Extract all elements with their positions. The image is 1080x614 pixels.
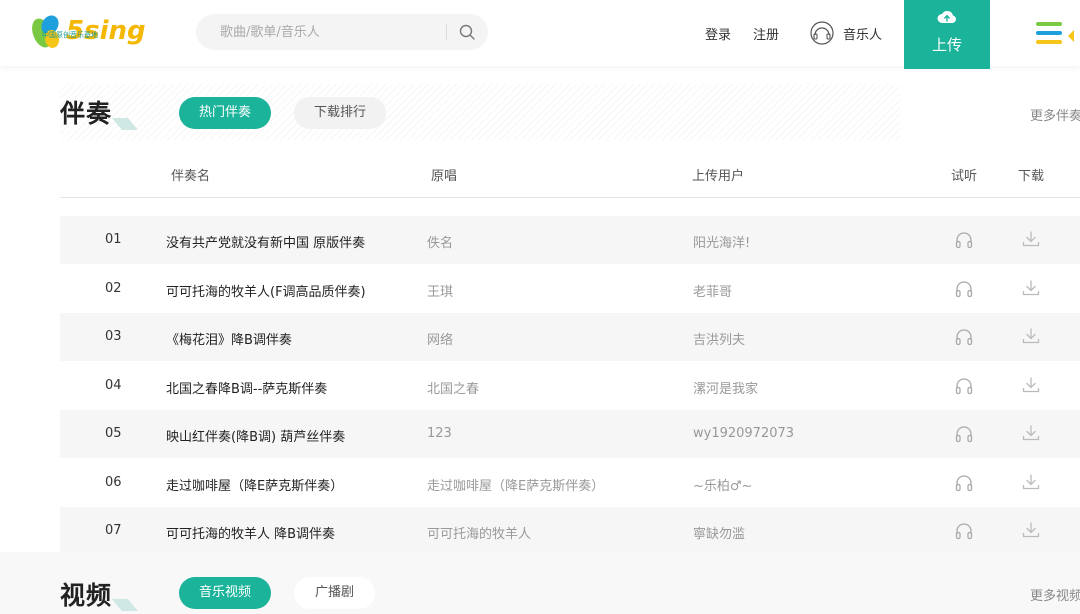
- uploader-link[interactable]: 寧缺勿滥: [693, 523, 745, 542]
- headphones-icon[interactable]: [954, 279, 974, 299]
- original-singer: 佚名: [427, 236, 454, 251]
- row-number: 07: [105, 523, 122, 538]
- column-original: 原唱: [431, 169, 458, 184]
- accompaniment-name-link[interactable]: 可可托海的牧羊人 降B调伴奏: [166, 523, 335, 542]
- section-title-accompaniment: 伴奏: [60, 99, 113, 128]
- table-row: 04 北国之春降B调--萨克斯伴奏 北国之春 漯河是我家: [60, 362, 1080, 410]
- row-number: 05: [105, 426, 122, 441]
- table-row: 05 映山红伴奏(降B调) 葫芦丝伴奏 123 wy1920972073: [60, 410, 1080, 458]
- tab-radio-drama[interactable]: 广播剧: [294, 577, 375, 609]
- column-download: 下载: [1018, 169, 1045, 184]
- column-name: 伴奏名: [171, 169, 211, 184]
- tab-download-ranking[interactable]: 下载排行: [294, 97, 386, 129]
- uploader-link[interactable]: wy1920972073: [693, 426, 794, 441]
- table-row: 03 《梅花泪》降B调伴奏 网络 吉洪列夫: [60, 313, 1080, 361]
- menu-icon[interactable]: [1034, 20, 1074, 48]
- musician-link[interactable]: 音乐人: [809, 20, 882, 46]
- accompaniment-name-link[interactable]: 走过咖啡屋（降E萨克斯伴奏）: [166, 475, 343, 494]
- accompaniment-name-link[interactable]: 《梅花泪》降B调伴奏: [166, 329, 292, 348]
- headphones-icon[interactable]: [954, 376, 974, 396]
- table-header: 伴奏名 原唱 上传用户 试听 下载: [60, 150, 1080, 198]
- original-singer: 网络: [427, 333, 454, 348]
- uploader-link[interactable]: 阳光海洋!: [693, 232, 750, 251]
- upload-label: 上传: [931, 36, 962, 54]
- table-row: 02 可可托海的牧羊人(F调高品质伴奏) 王琪 老菲哥: [60, 265, 1080, 313]
- section-title-video: 视频: [60, 581, 113, 610]
- accompaniment-name-link[interactable]: 可可托海的牧羊人(F调高品质伴奏): [166, 281, 366, 300]
- top-header: 5sing 中国原创音乐基地 登录 注册 音乐人 上传: [0, 0, 1080, 69]
- search-input[interactable]: [220, 14, 440, 50]
- search-icon[interactable]: [458, 23, 476, 41]
- original-singer: 北国之春: [427, 381, 480, 397]
- tab-hot-accompaniment[interactable]: 热门伴奏: [179, 97, 271, 129]
- title-decoration-icon: [112, 118, 138, 130]
- download-icon[interactable]: [1021, 472, 1041, 492]
- download-icon[interactable]: [1021, 278, 1041, 298]
- row-number: 06: [105, 474, 122, 490]
- row-number: 01: [105, 232, 122, 247]
- cloud-upload-icon: [937, 11, 956, 24]
- column-listen: 试听: [951, 169, 978, 184]
- download-icon[interactable]: [1021, 375, 1041, 395]
- title-decoration-icon: [112, 599, 138, 611]
- more-video-link[interactable]: 更多视频: [1030, 585, 1080, 604]
- table-row: 07 可可托海的牧羊人 降B调伴奏 可可托海的牧羊人 寧缺勿滥: [60, 507, 1080, 555]
- accompaniment-name-link[interactable]: 没有共产党就没有新中国 原版伴奏: [166, 232, 365, 251]
- download-icon[interactable]: [1021, 520, 1041, 540]
- headphones-icon[interactable]: [954, 424, 974, 444]
- upload-button[interactable]: 上传: [904, 0, 990, 69]
- original-singer: 走过咖啡屋（降E萨克斯伴奏）: [427, 478, 605, 494]
- uploader-link[interactable]: 吉洪列夫: [693, 329, 745, 348]
- uploader-link[interactable]: ~乐柏♂~: [693, 475, 752, 494]
- more-accompaniment-link[interactable]: 更多伴奏: [1030, 105, 1080, 124]
- download-icon[interactable]: [1021, 229, 1041, 249]
- headphones-icon[interactable]: [954, 473, 974, 493]
- download-icon[interactable]: [1021, 326, 1041, 346]
- table-row: 01 没有共产党就没有新中国 原版伴奏 佚名 阳光海洋!: [60, 216, 1080, 264]
- accompaniment-name-link[interactable]: 映山红伴奏(降B调) 葫芦丝伴奏: [166, 426, 345, 445]
- original-singer: 王琪: [427, 284, 454, 300]
- headphones-icon[interactable]: [954, 521, 974, 541]
- logo-subtitle: 中国原创音乐基地: [42, 31, 98, 39]
- login-link[interactable]: 登录: [705, 24, 731, 43]
- column-uploader: 上传用户: [692, 169, 745, 184]
- accompaniment-name-link[interactable]: 北国之春降B调--萨克斯伴奏: [166, 378, 327, 397]
- original-singer: 可可托海的牧羊人: [427, 527, 532, 542]
- search-bar: [196, 14, 488, 50]
- row-number: 04: [105, 377, 122, 393]
- original-singer: 123: [427, 426, 452, 441]
- tab-music-video[interactable]: 音乐视频: [179, 577, 271, 609]
- register-link[interactable]: 注册: [753, 24, 779, 43]
- row-number: 02: [105, 280, 122, 296]
- search-divider: [446, 24, 447, 40]
- download-icon[interactable]: [1021, 423, 1041, 443]
- headphone-avatar-icon: [810, 21, 834, 45]
- uploader-link[interactable]: 老菲哥: [693, 281, 732, 300]
- row-number: 03: [105, 329, 122, 344]
- musician-label: 音乐人: [843, 27, 883, 43]
- headphones-icon[interactable]: [954, 327, 974, 347]
- headphones-icon[interactable]: [954, 230, 974, 250]
- table-row: 06 走过咖啡屋（降E萨克斯伴奏） 走过咖啡屋（降E萨克斯伴奏） ~乐柏♂~: [60, 459, 1080, 507]
- video-section-background: [0, 552, 1080, 614]
- uploader-link[interactable]: 漯河是我家: [693, 378, 758, 397]
